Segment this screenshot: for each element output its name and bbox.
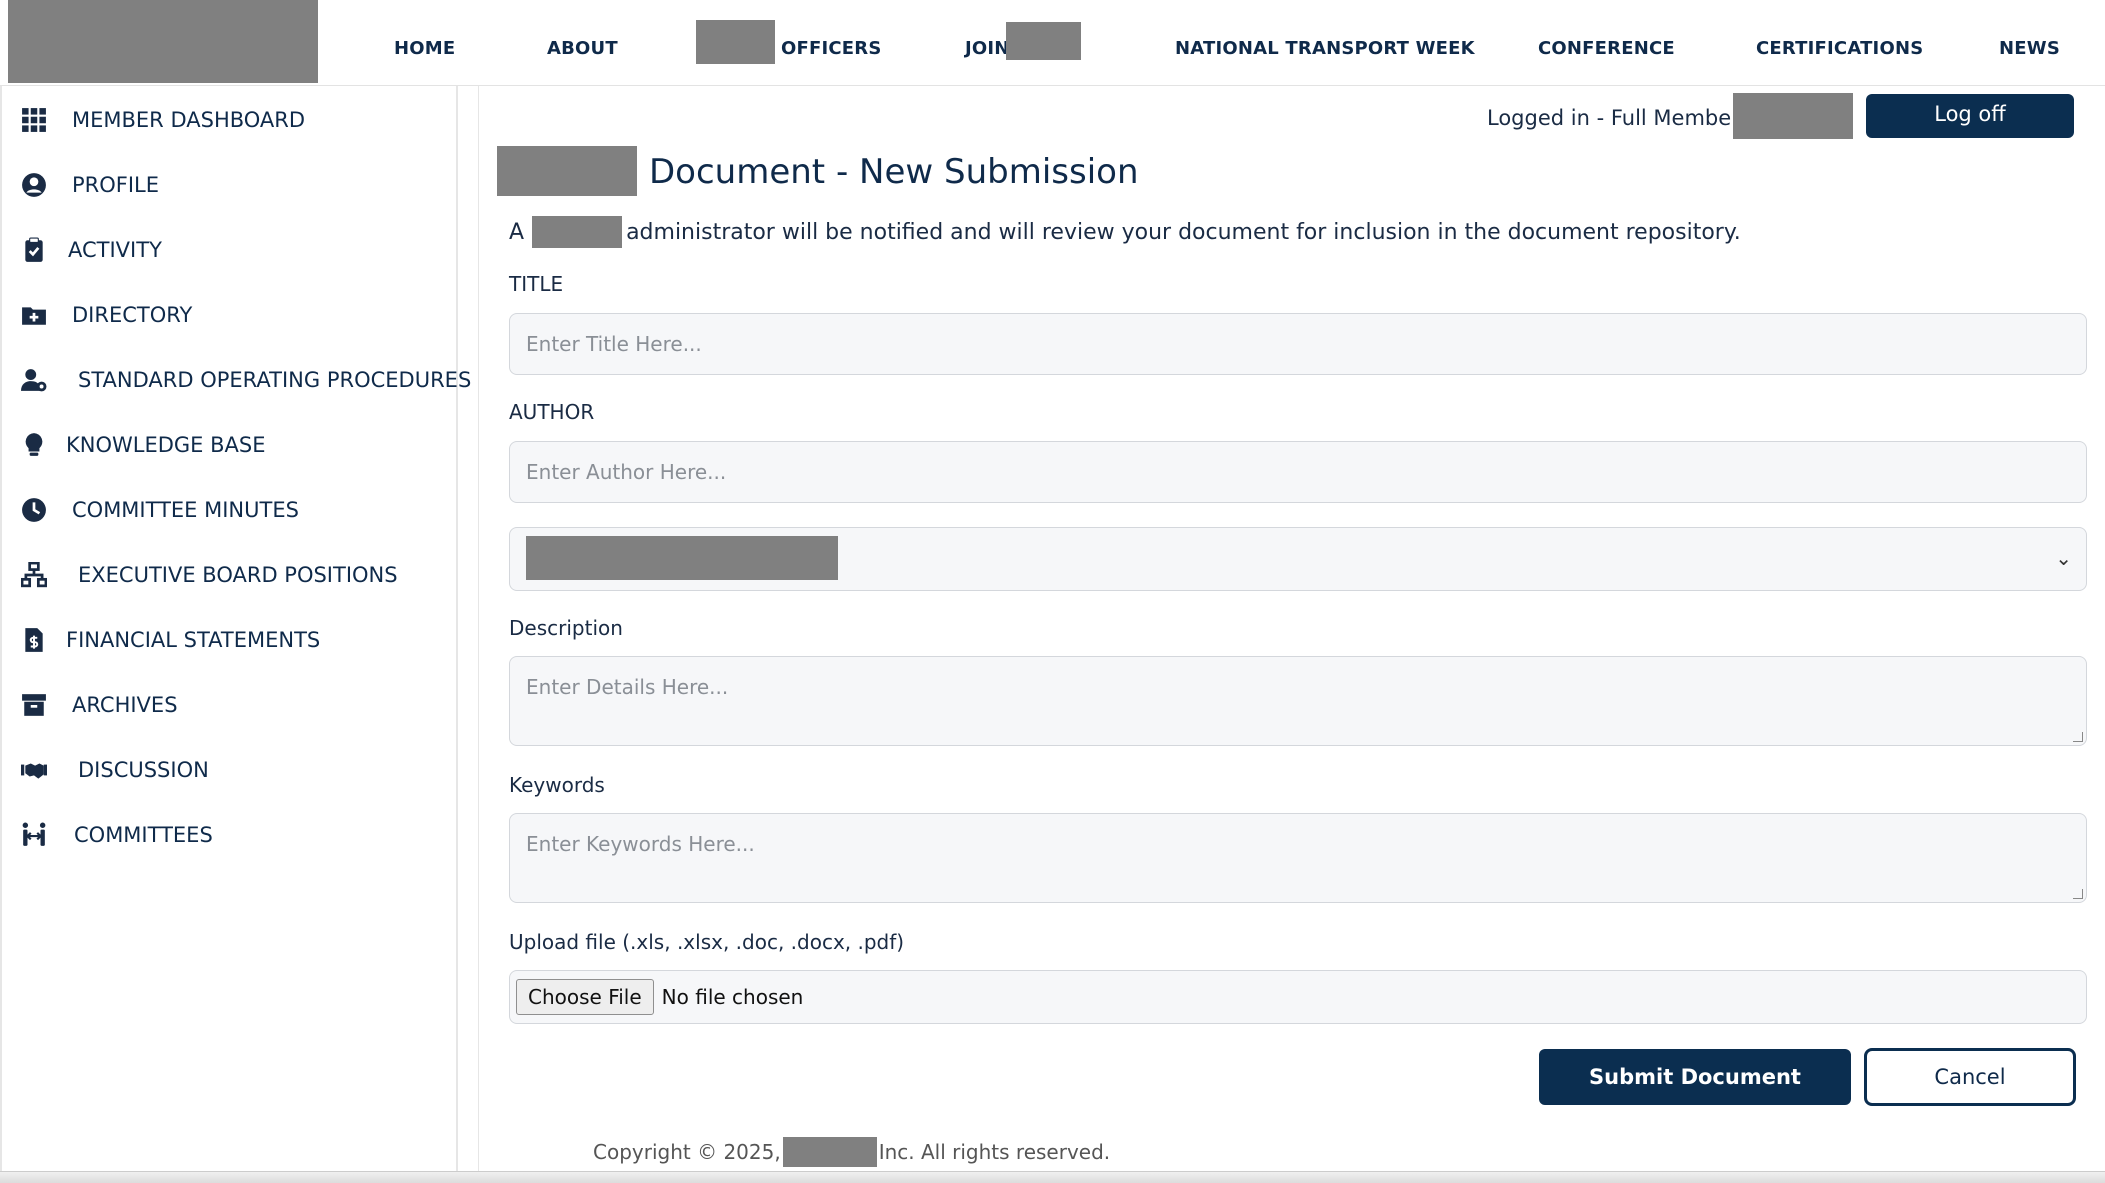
nav-officers[interactable]: OFFICERS: [781, 38, 882, 59]
category-select[interactable]: ⌄: [509, 527, 2087, 591]
author-label: AUTHOR: [509, 400, 595, 424]
sidebar-item-directory[interactable]: DIRECTORY: [20, 298, 192, 332]
user-circle-icon: [20, 171, 48, 199]
description-label: Description: [509, 616, 623, 640]
main-content: Logged in - Full Member : Log off Docume…: [478, 86, 2090, 1171]
sidebar-item-label: COMMITTEES: [74, 823, 213, 847]
sitemap-icon: [20, 561, 48, 589]
nav-about[interactable]: ABOUT: [547, 38, 618, 59]
sidebar-item-label: COMMITTEE MINUTES: [72, 498, 299, 522]
keywords-label: Keywords: [509, 773, 605, 797]
sidebar-item-profile[interactable]: PROFILE: [20, 168, 159, 202]
copyright-prefix: Copyright © 2025,: [593, 1140, 781, 1164]
people-arrows-icon: [20, 821, 48, 849]
log-off-button[interactable]: Log off: [1866, 94, 2074, 138]
upload-label: Upload file (.xls, .xlsx, .doc, .docx, .…: [509, 930, 905, 954]
handshake-icon: [20, 756, 48, 784]
top-nav: HOME ABOUT OFFICERS JOIN NATIONAL TRANSP…: [0, 0, 2105, 86]
title-placeholder: Enter Title Here...: [526, 332, 702, 356]
chevron-down-icon: ⌄: [2055, 546, 2072, 570]
nav-certifications[interactable]: CERTIFICATIONS: [1756, 38, 1923, 59]
sidebar: MEMBER DASHBOARD PROFILE ACTIVITY DIRECT…: [0, 86, 471, 1171]
copyright-suffix: Inc. All rights reserved.: [878, 1140, 1111, 1164]
author-input[interactable]: Enter Author Here...: [509, 441, 2087, 503]
sidebar-item-knowledge-base[interactable]: KNOWLEDGE BASE: [20, 428, 266, 462]
clipboard-check-icon: [20, 236, 48, 264]
sidebar-item-committees[interactable]: COMMITTEES: [20, 818, 213, 852]
file-upload-field: Choose File No file chosen: [509, 970, 2087, 1024]
nav-join-redacted: [1006, 22, 1081, 60]
intro-suffix: administrator will be notified and will …: [626, 219, 1741, 245]
sidebar-item-label: FINANCIAL STATEMENTS: [66, 628, 321, 652]
copyright: Copyright © 2025, Inc. All rights reserv…: [593, 1137, 1110, 1167]
folder-plus-icon: [20, 301, 48, 329]
login-status: Logged in - Full Member :: [1487, 106, 1754, 130]
lightbulb-icon: [20, 431, 48, 459]
sidebar-item-label: STANDARD OPERATING PROCEDURES: [78, 368, 472, 392]
submit-document-button[interactable]: Submit Document: [1539, 1049, 1851, 1105]
intro-prefix: A: [509, 219, 525, 245]
description-placeholder: Enter Details Here...: [526, 675, 729, 699]
no-file-text: No file chosen: [661, 985, 804, 1009]
nav-news[interactable]: NEWS: [1999, 38, 2060, 59]
nav-join[interactable]: JOIN: [965, 38, 1010, 59]
sidebar-item-label: DISCUSSION: [78, 758, 209, 782]
site-logo[interactable]: [8, 0, 318, 83]
title-redacted: [497, 146, 637, 196]
org-name-redacted: [532, 216, 623, 248]
sidebar-item-label: DIRECTORY: [72, 303, 193, 327]
invoice-dollar-icon: [20, 626, 48, 654]
grid-icon: [20, 106, 48, 134]
title-input[interactable]: Enter Title Here...: [509, 313, 2087, 375]
sidebar-item-label: MEMBER DASHBOARD: [72, 108, 306, 132]
selected-value-redacted: [526, 536, 838, 580]
member-name-redacted: [1733, 93, 1853, 139]
sidebar-item-label: EXECUTIVE BOARD POSITIONS: [78, 563, 398, 587]
resize-handle-icon[interactable]: [2073, 889, 2083, 899]
company-name-redacted: [782, 1137, 877, 1167]
page-title: Document - New Submission: [649, 152, 1139, 192]
sidebar-item-committee-minutes[interactable]: COMMITTEE MINUTES: [20, 493, 299, 527]
nav-home[interactable]: HOME: [394, 38, 455, 59]
cancel-button[interactable]: Cancel: [1864, 1048, 2076, 1106]
sidebar-item-archives[interactable]: ARCHIVES: [20, 688, 178, 722]
sidebar-item-label: ARCHIVES: [72, 693, 178, 717]
choose-file-button[interactable]: Choose File: [516, 979, 654, 1015]
nav-national-transport-week[interactable]: NATIONAL TRANSPORT WEEK: [1175, 38, 1475, 59]
author-placeholder: Enter Author Here...: [526, 460, 727, 484]
sidebar-item-label: ACTIVITY: [68, 238, 162, 262]
keywords-placeholder: Enter Keywords Here...: [526, 832, 755, 856]
sidebar-item-member-dashboard[interactable]: MEMBER DASHBOARD: [20, 103, 305, 137]
nav-conference[interactable]: CONFERENCE: [1538, 38, 1675, 59]
sidebar-item-label: PROFILE: [72, 173, 160, 197]
window-bottom-edge: [0, 1171, 2105, 1183]
description-textarea[interactable]: Enter Details Here...: [509, 656, 2087, 746]
sidebar-item-executive-board-positions[interactable]: EXECUTIVE BOARD POSITIONS: [20, 558, 398, 592]
intro-text: A administrator will be notified and wil…: [509, 216, 1741, 248]
title-label: TITLE: [509, 272, 564, 296]
sidebar-item-label: KNOWLEDGE BASE: [66, 433, 266, 457]
sidebar-item-discussion[interactable]: DISCUSSION: [20, 753, 209, 787]
sidebar-item-financial-statements[interactable]: FINANCIAL STATEMENTS: [20, 623, 320, 657]
sidebar-item-activity[interactable]: ACTIVITY: [20, 233, 162, 267]
resize-handle-icon[interactable]: [2073, 732, 2083, 742]
keywords-textarea[interactable]: Enter Keywords Here...: [509, 813, 2087, 903]
archive-box-icon: [20, 691, 48, 719]
nav-redacted: [696, 20, 775, 64]
user-gear-icon: [20, 366, 48, 394]
clock-icon: [20, 496, 48, 524]
sidebar-item-standard-operating-procedures[interactable]: STANDARD OPERATING PROCEDURES: [20, 363, 471, 397]
